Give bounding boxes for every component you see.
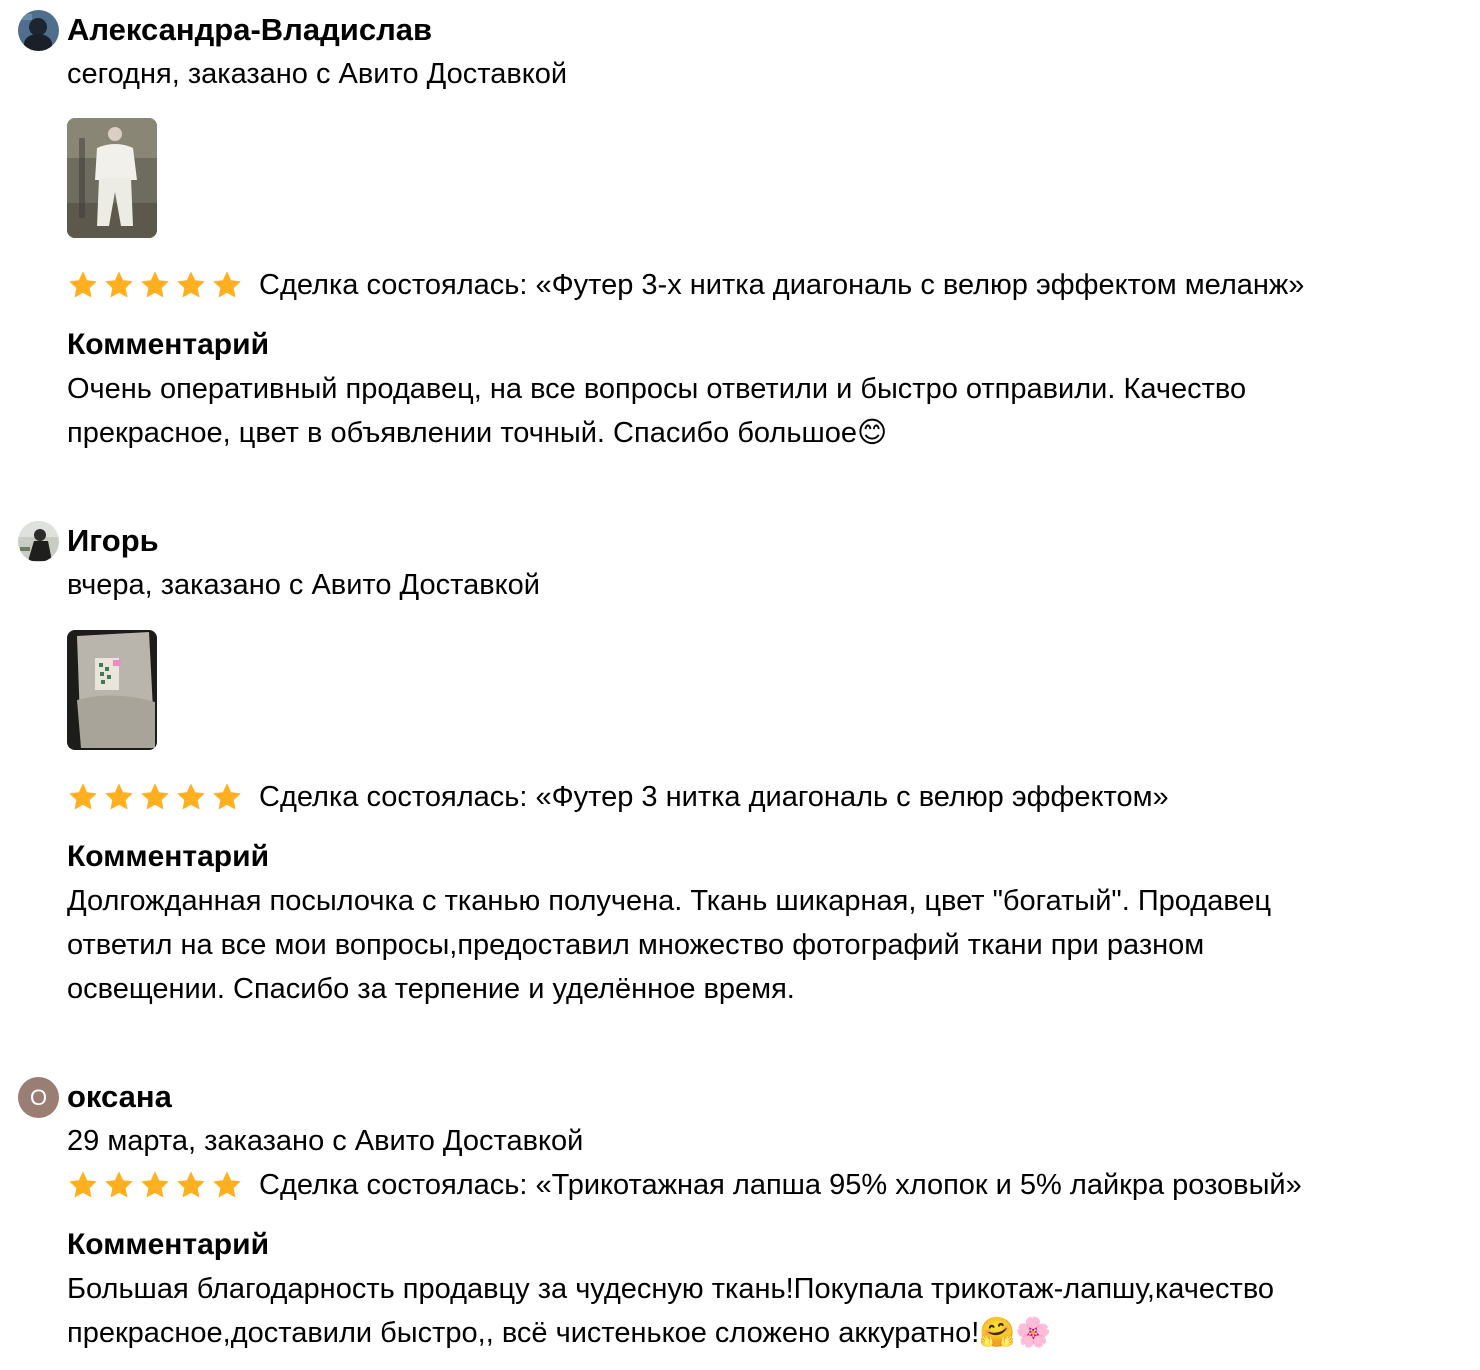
star-icon <box>105 783 133 810</box>
star-icon <box>177 1171 205 1198</box>
review-date-and-delivery: сегодня, заказано с Авито Доставкой <box>67 58 568 90</box>
comment-text: Долгожданная посылочка с тканью получена… <box>67 879 1472 1011</box>
comment-line: Очень оперативный продавец, на все вопро… <box>67 373 1247 405</box>
deal-info[interactable]: Сделка состоялась: «Футер 3 нитка диагон… <box>259 777 1169 817</box>
comment-line: Долгожданная посылочка с тканью получена… <box>67 885 1272 917</box>
star-icon <box>177 783 205 810</box>
author-name[interactable]: Игорь <box>67 521 159 561</box>
star-icon <box>141 783 169 810</box>
rating-stars <box>67 781 243 813</box>
review-date-and-delivery: вчера, заказано с Авито Доставкой <box>67 569 540 601</box>
star-icon <box>213 271 241 298</box>
star-icon <box>105 271 133 298</box>
user-avatar-letter[interactable]: О <box>18 1077 59 1118</box>
comment-line: прекрасное, цвет в объявлении точный. Сп… <box>67 417 888 449</box>
star-icon <box>105 1171 133 1198</box>
rating-row: Сделка состоялась: «Футер 3 нитка диагон… <box>67 777 1169 817</box>
comment-heading: Комментарий <box>67 1228 270 1261</box>
user-avatar-photo[interactable] <box>18 10 59 51</box>
star-icon <box>177 271 205 298</box>
author-name[interactable]: Александра-Владислав <box>67 10 432 50</box>
comment-text: Очень оперативный продавец, на все вопро… <box>67 367 1472 455</box>
comment-text: Большая благодарность продавцу за чудесн… <box>67 1267 1472 1355</box>
star-icon <box>141 1171 169 1198</box>
deal-info[interactable]: Сделка состоялась: «Трикотажная лапша 95… <box>259 1165 1302 1205</box>
deal-info[interactable]: Сделка состоялась: «Футер 3-х нитка диаг… <box>259 265 1304 305</box>
star-icon <box>69 271 97 298</box>
review-photo[interactable] <box>67 630 157 750</box>
star-icon <box>213 1171 241 1198</box>
comment-line: ответил на все мои вопросы,предоставил м… <box>67 929 1205 961</box>
star-icon <box>141 271 169 298</box>
rating-stars <box>67 1169 243 1201</box>
star-icon <box>69 783 97 810</box>
comment-line: Большая благодарность продавцу за чудесн… <box>67 1273 1275 1305</box>
rating-row: Сделка состоялась: «Футер 3-х нитка диаг… <box>67 265 1304 305</box>
rating-stars <box>67 269 243 301</box>
review-date-and-delivery: 29 марта, заказано с Авито Доставкой <box>67 1125 584 1157</box>
star-icon <box>69 1171 97 1198</box>
user-avatar-photo[interactable] <box>18 521 59 562</box>
comment-line: прекрасное,доставили быстро,, всё чистен… <box>67 1317 1052 1349</box>
star-icon <box>213 783 241 810</box>
author-name[interactable]: оксана <box>67 1077 172 1117</box>
rating-row: Сделка состоялась: «Трикотажная лапша 95… <box>67 1165 1302 1205</box>
comment-line: освещении. Спасибо за терпение и уделённ… <box>67 973 795 1005</box>
comment-heading: Комментарий <box>67 328 270 361</box>
review-photo[interactable] <box>67 118 157 238</box>
comment-heading: Комментарий <box>67 840 270 873</box>
